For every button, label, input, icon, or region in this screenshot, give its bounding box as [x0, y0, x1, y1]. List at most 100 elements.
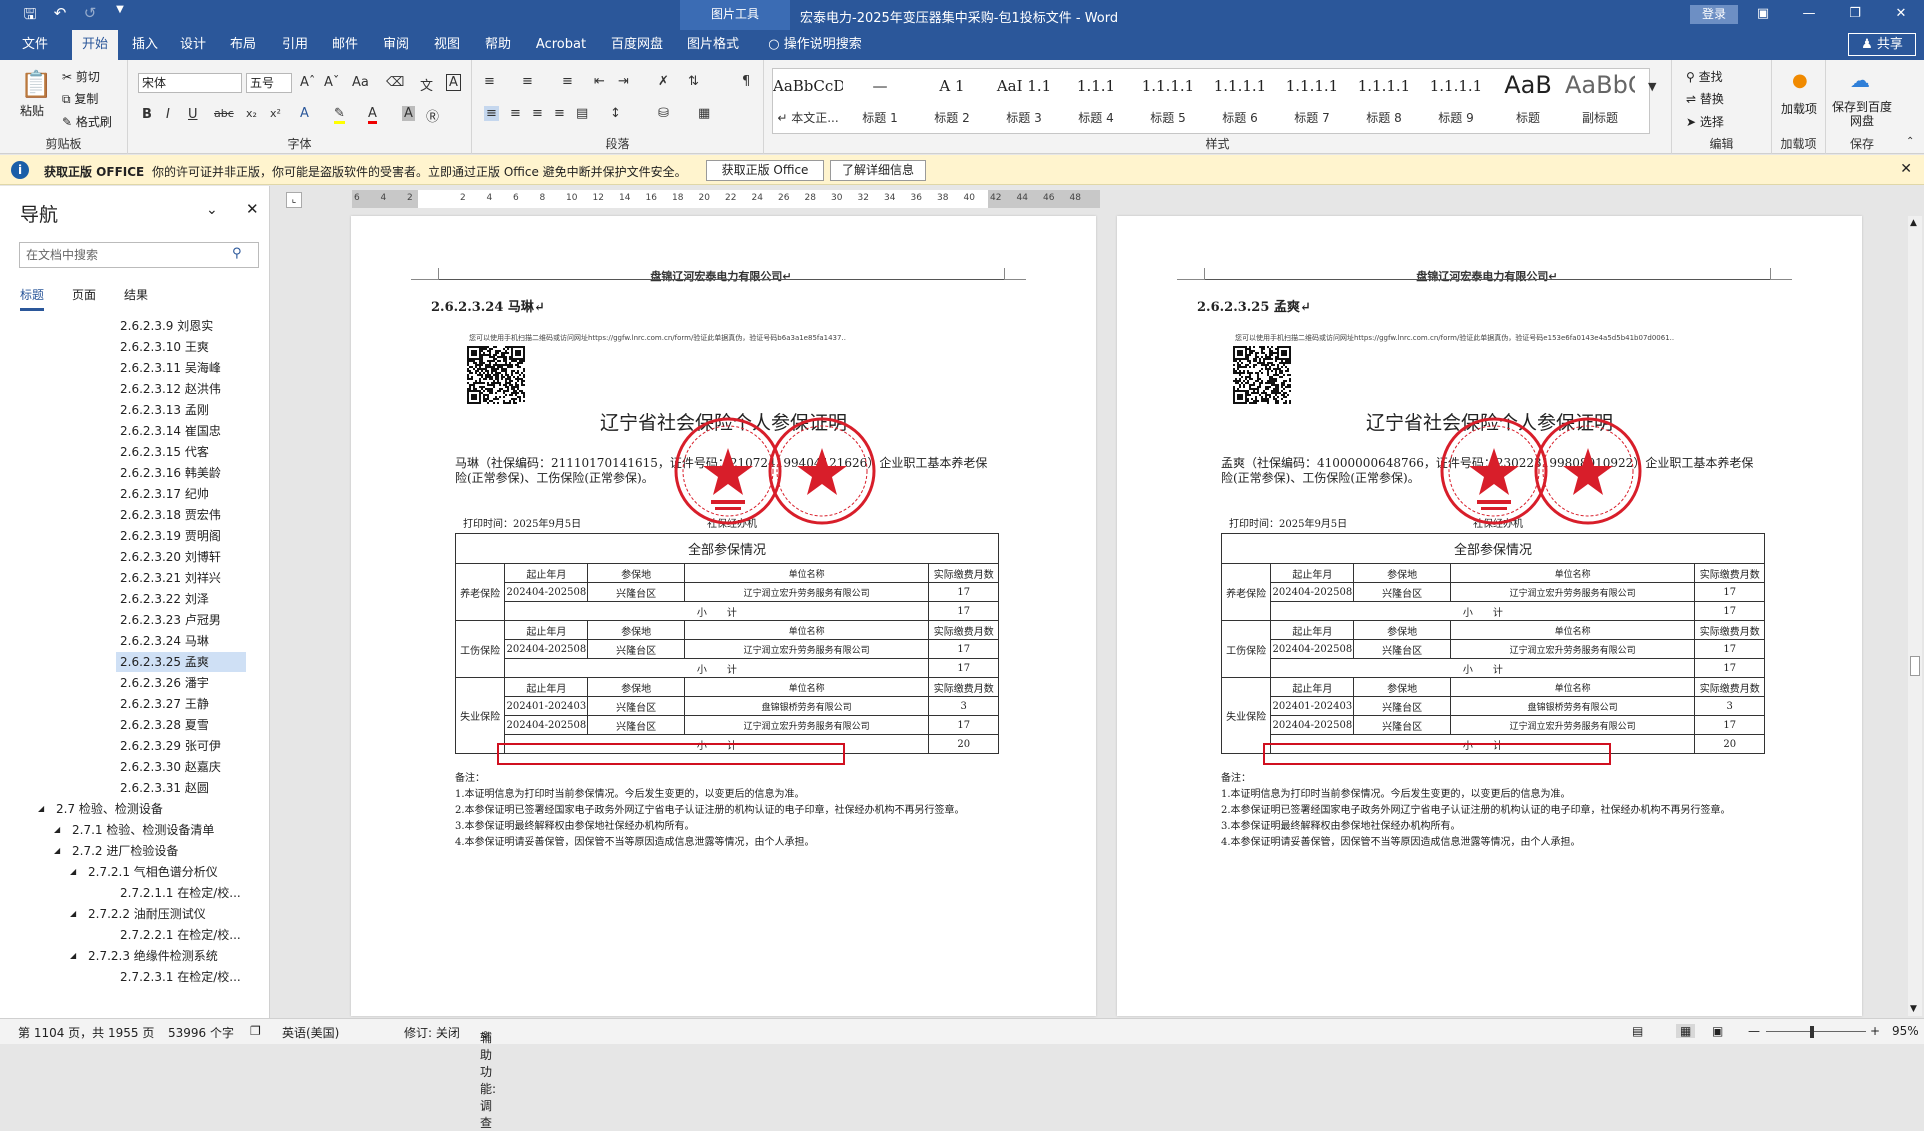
style-8[interactable]: 1.1.1.1 标题 8	[1349, 69, 1419, 133]
print-layout-icon[interactable]: ▦	[1676, 1024, 1696, 1038]
nav-heading-item[interactable]: ◢ 2.7.2.3 绝缘件检测系统	[70, 946, 256, 966]
select-button[interactable]: ➤ 选择	[1686, 113, 1724, 130]
numbering-icon[interactable]: ≡	[522, 74, 533, 89]
nav-heading-item[interactable]: 2.6.2.3.19 贾明阁	[116, 526, 246, 546]
close-icon[interactable]: ✕	[1878, 0, 1924, 30]
phonetic-icon[interactable]: 文	[420, 75, 433, 94]
nav-heading-item[interactable]: 2.6.2.3.14 崔国忠	[116, 421, 246, 441]
copy-button[interactable]: ⧉ 复制	[62, 90, 98, 107]
save-icon[interactable]: 🖫	[20, 4, 40, 29]
strikethrough-icon[interactable]: abc	[214, 107, 234, 120]
justify-icon[interactable]: ≡	[554, 106, 565, 121]
italic-icon[interactable]: I	[166, 107, 170, 122]
nav-heading-item[interactable]: 2.6.2.3.10 王爽	[116, 337, 246, 357]
minimize-icon[interactable]: —	[1786, 0, 1832, 30]
close-nav-icon[interactable]: ✕	[246, 200, 259, 218]
align-left-icon[interactable]: ≡	[484, 106, 499, 121]
shading-icon[interactable]: ⛁	[658, 106, 669, 121]
bold-icon[interactable]: B	[142, 107, 152, 122]
clear-format-icon[interactable]: ⌫	[386, 75, 404, 90]
nav-heading-item[interactable]: 2.6.2.3.26 潘宇	[116, 673, 246, 693]
track-changes[interactable]: 修订: 关闭	[404, 1024, 460, 1041]
scroll-thumb[interactable]	[1910, 656, 1920, 676]
redo-icon[interactable]: ↺	[80, 4, 100, 29]
read-mode-icon[interactable]: ▤	[1632, 1024, 1643, 1038]
nav-tab-pages[interactable]: 页面	[72, 286, 96, 311]
char-border-icon[interactable]: A	[446, 74, 461, 91]
char-shading-icon[interactable]: A	[402, 106, 415, 121]
nav-heading-item[interactable]: 2.6.2.3.13 孟刚	[116, 400, 246, 420]
get-genuine-button[interactable]: 获取正版 Office	[706, 160, 824, 181]
collapse-ribbon-icon[interactable]: ⌃	[1906, 136, 1914, 147]
nav-heading-item[interactable]: 2.7.2.3.1 在检定/校...	[116, 967, 246, 987]
cut-button[interactable]: ✂ 剪切	[62, 68, 100, 85]
nav-heading-item[interactable]: 2.6.2.3.9 刘恩实	[116, 316, 246, 336]
collapse-triangle-icon[interactable]: ◢	[70, 862, 76, 882]
style-3[interactable]: AaI 1.1 标题 3	[989, 69, 1059, 133]
decrease-indent-icon[interactable]: ⇤	[594, 74, 605, 89]
nav-heading-item[interactable]: 2.6.2.3.23 卢冠男	[116, 610, 246, 630]
nav-heading-item[interactable]: 2.6.2.3.15 代客	[116, 442, 246, 462]
underline-icon[interactable]: U	[188, 107, 198, 122]
line-spacing-icon[interactable]: ↕	[610, 106, 621, 121]
nav-heading-item[interactable]: ◢ 2.7.1 检验、检测设备清单	[54, 820, 256, 840]
undo-icon[interactable]: ↶	[50, 4, 70, 29]
tab-selector-icon[interactable]: ⌞	[286, 192, 302, 208]
page-count[interactable]: 第 1104 页，共 1955 页	[18, 1024, 154, 1041]
nav-options-icon[interactable]: ⌄	[206, 202, 218, 218]
tab-review[interactable]: 审阅	[375, 30, 417, 60]
scroll-down-icon[interactable]: ▼	[1910, 1004, 1917, 1014]
word-count[interactable]: 53996 个字	[168, 1024, 234, 1041]
proofing-icon[interactable]: ❐	[250, 1024, 261, 1038]
style-4[interactable]: 1.1.1 标题 4	[1061, 69, 1131, 133]
nav-heading-item[interactable]: 2.7.2.1.1 在检定/校...	[116, 883, 246, 903]
nav-heading-item[interactable]: 2.6.2.3.12 赵洪伟	[116, 379, 246, 399]
increase-indent-icon[interactable]: ⇥	[618, 74, 629, 89]
text-effects-icon[interactable]: A	[300, 106, 309, 121]
style-11[interactable]: AaBbC 副标题	[1565, 69, 1635, 133]
tab-home[interactable]: 开始	[72, 30, 118, 60]
distribute-icon[interactable]: ▤	[576, 106, 588, 121]
tab-layout[interactable]: 布局	[222, 30, 264, 60]
nav-heading-item[interactable]: 2.6.2.3.21 刘祥兴	[116, 568, 246, 588]
highlight-icon[interactable]: ✎	[334, 106, 345, 124]
sort-icon[interactable]: ⇅	[688, 74, 699, 89]
borders-icon[interactable]: ▦	[698, 106, 710, 121]
zoom-level[interactable]: 95%	[1892, 1024, 1919, 1038]
subscript-icon[interactable]: x₂	[246, 107, 257, 120]
addins-icon[interactable]: ●	[1792, 70, 1808, 91]
tab-help[interactable]: 帮助	[477, 30, 519, 60]
nav-heading-item[interactable]: 2.6.2.3.30 赵嘉庆	[116, 757, 246, 777]
restore-icon[interactable]: ❐	[1832, 0, 1878, 30]
paste-button[interactable]: 粘贴	[20, 102, 44, 119]
grow-font-icon[interactable]: Aˆ	[300, 75, 315, 90]
tab-insert[interactable]: 插入	[124, 30, 166, 60]
nav-heading-item[interactable]: ◢ 2.7.2.2 油耐压测试仪	[70, 904, 256, 924]
nav-heading-item[interactable]: 2.6.2.3.25 孟爽	[116, 652, 246, 672]
close-infobar-icon[interactable]: ✕	[1900, 161, 1912, 177]
zoom-in-icon[interactable]: +	[1870, 1024, 1880, 1038]
collapse-triangle-icon[interactable]: ◢	[38, 799, 44, 819]
collapse-triangle-icon[interactable]: ◢	[54, 820, 60, 840]
tab-baidu-netdisk[interactable]: 百度网盘	[606, 30, 668, 60]
nav-search-input[interactable]: 在文档中搜索	[19, 242, 259, 268]
nav-heading-item[interactable]: ◢ 2.7.2.1 气相色谱分析仪	[70, 862, 256, 882]
document-page[interactable]: 盘锦辽河宏泰电力有限公司↵ 2.6.2.3.24 马琳↵ 您可以使用手机扫描二维码或…	[351, 216, 1096, 1016]
login-button[interactable]: 登录	[1690, 5, 1738, 24]
nav-heading-item[interactable]: 2.6.2.3.16 韩美龄	[116, 463, 246, 483]
nav-tab-results[interactable]: 结果	[124, 286, 148, 311]
nav-heading-item[interactable]: 2.6.2.3.31 赵圆	[116, 778, 246, 798]
nav-heading-item[interactable]: 2.6.2.3.28 夏雪	[116, 715, 246, 735]
scroll-up-icon[interactable]: ▲	[1910, 218, 1917, 228]
nav-heading-item[interactable]: 2.6.2.3.27 王静	[116, 694, 246, 714]
style-6[interactable]: 1.1.1.1 标题 6	[1205, 69, 1275, 133]
font-name-dropdown[interactable]: 宋体	[138, 73, 242, 93]
superscript-icon[interactable]: x²	[270, 107, 281, 120]
zoom-slider[interactable]	[1766, 1031, 1866, 1032]
nav-heading-item[interactable]: 2.6.2.3.22 刘泽	[116, 589, 246, 609]
style-5[interactable]: 1.1.1.1 标题 5	[1133, 69, 1203, 133]
share-button[interactable]: ♟ 共享	[1848, 33, 1916, 56]
search-icon[interactable]: ⚲	[232, 246, 242, 261]
nav-heading-item[interactable]: 2.6.2.3.20 刘博轩	[116, 547, 246, 567]
zoom-thumb[interactable]	[1810, 1026, 1814, 1038]
